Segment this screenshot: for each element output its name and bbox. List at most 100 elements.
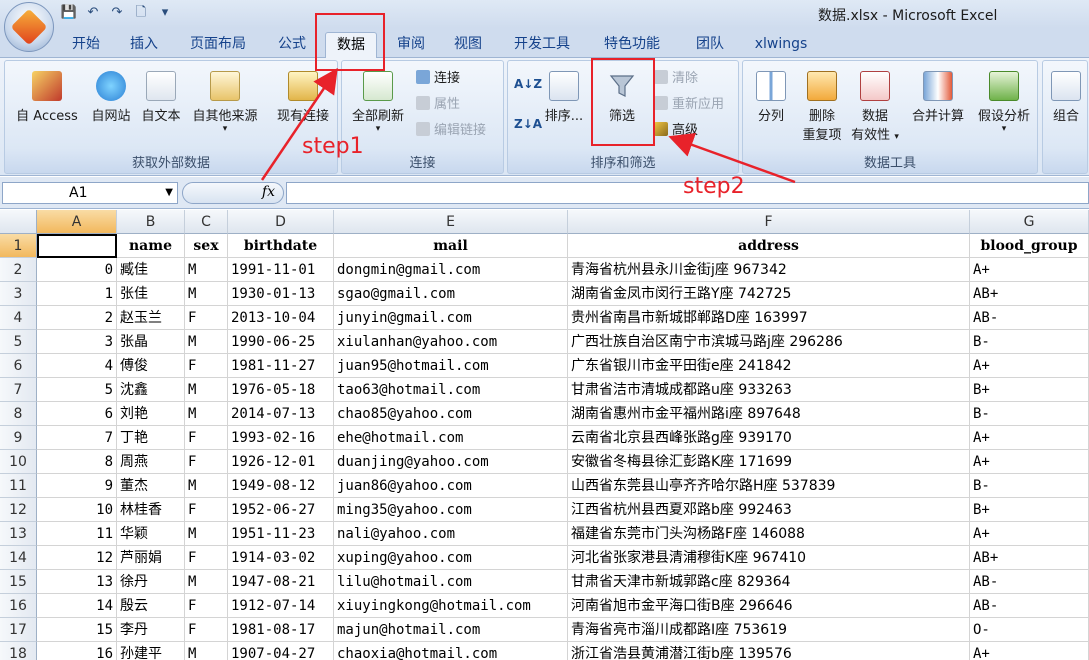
header-cell-sex[interactable]: sex: [185, 234, 228, 258]
column-header-a[interactable]: A: [37, 210, 117, 234]
from-text-button[interactable]: 自文本: [135, 71, 187, 124]
cell-birthdate[interactable]: 1981-11-27: [228, 354, 334, 378]
undo-icon[interactable]: ↶: [84, 4, 102, 22]
column-header-d[interactable]: D: [228, 210, 334, 234]
formula-input[interactable]: [286, 182, 1089, 204]
cell-birthdate[interactable]: 2014-07-13: [228, 402, 334, 426]
cell-mail[interactable]: ehe@hotmail.com: [334, 426, 568, 450]
cell-name[interactable]: 周燕: [117, 450, 185, 474]
cell-index[interactable]: 2: [37, 306, 117, 330]
tab-home[interactable]: 开始: [60, 32, 112, 58]
cell-birthdate[interactable]: 1930-01-13: [228, 282, 334, 306]
cell-blood-group[interactable]: A+: [970, 258, 1089, 282]
from-other-sources-button[interactable]: 自其他来源 ▾: [185, 71, 265, 134]
cell-name[interactable]: 赵玉兰: [117, 306, 185, 330]
from-web-button[interactable]: 自网站: [85, 71, 137, 124]
cell-sex[interactable]: M: [185, 402, 228, 426]
chevron-down-icon[interactable]: ▼: [165, 183, 173, 203]
column-header-b[interactable]: B: [117, 210, 185, 234]
cell-sex[interactable]: M: [185, 282, 228, 306]
consolidate-button[interactable]: 合并计算: [905, 71, 971, 124]
cell-name[interactable]: 沈鑫: [117, 378, 185, 402]
cell-index[interactable]: 4: [37, 354, 117, 378]
cell-sex[interactable]: F: [185, 618, 228, 642]
cell-name[interactable]: 张佳: [117, 282, 185, 306]
connections-button[interactable]: 连接: [416, 67, 460, 86]
cell-blood-group[interactable]: AB-: [970, 570, 1089, 594]
cell-address[interactable]: 云南省北京县西峰张路g座 939170: [568, 426, 970, 450]
cell-blood-group[interactable]: A+: [970, 522, 1089, 546]
cell-address[interactable]: 青海省亮市淄川成都路I座 753619: [568, 618, 970, 642]
cell-name[interactable]: 李丹: [117, 618, 185, 642]
cell-index[interactable]: 3: [37, 330, 117, 354]
cell-birthdate[interactable]: 1947-08-21: [228, 570, 334, 594]
cell-blood-group[interactable]: A+: [970, 354, 1089, 378]
row-header[interactable]: 18: [0, 642, 37, 660]
cell-birthdate[interactable]: 1914-03-02: [228, 546, 334, 570]
column-header-g[interactable]: G: [970, 210, 1089, 234]
row-header[interactable]: 4: [0, 306, 37, 330]
cell-blood-group[interactable]: A+: [970, 642, 1089, 660]
cell-name[interactable]: 芦丽娟: [117, 546, 185, 570]
cell-mail[interactable]: chaoxia@hotmail.com: [334, 642, 568, 660]
save-icon[interactable]: 💾: [60, 4, 78, 22]
row-header[interactable]: 16: [0, 594, 37, 618]
cell-birthdate[interactable]: 1976-05-18: [228, 378, 334, 402]
row-header[interactable]: 14: [0, 546, 37, 570]
cell-sex[interactable]: F: [185, 546, 228, 570]
cell-blood-group[interactable]: B+: [970, 378, 1089, 402]
cell-mail[interactable]: lilu@hotmail.com: [334, 570, 568, 594]
name-box[interactable]: A1 ▼: [2, 182, 178, 204]
cell-name[interactable]: 张晶: [117, 330, 185, 354]
cell-mail[interactable]: chao85@yahoo.com: [334, 402, 568, 426]
cell-address[interactable]: 江西省杭州县西夏邓路b座 992463: [568, 498, 970, 522]
cell-address[interactable]: 甘肃省天津市新城郭路c座 829364: [568, 570, 970, 594]
cell-blood-group[interactable]: B-: [970, 474, 1089, 498]
cell-mail[interactable]: majun@hotmail.com: [334, 618, 568, 642]
row-header[interactable]: 9: [0, 426, 37, 450]
cell-birthdate[interactable]: 1951-11-23: [228, 522, 334, 546]
cell-sex[interactable]: M: [185, 474, 228, 498]
cell-blood-group[interactable]: B+: [970, 498, 1089, 522]
cell-address[interactable]: 河北省张家港县清浦穆街K座 967410: [568, 546, 970, 570]
cell-address[interactable]: 青海省杭州县永川金街j座 967342: [568, 258, 970, 282]
from-access-button[interactable]: 自 Access: [9, 71, 85, 124]
row-header[interactable]: 10: [0, 450, 37, 474]
redo-icon[interactable]: ↷: [108, 4, 126, 22]
cell-address[interactable]: 福建省东莞市门头沟杨路F座 146088: [568, 522, 970, 546]
cell-mail[interactable]: duanjing@yahoo.com: [334, 450, 568, 474]
tab-page-layout[interactable]: 页面布局: [180, 32, 256, 58]
cell-birthdate[interactable]: 2013-10-04: [228, 306, 334, 330]
cell-index[interactable]: 1: [37, 282, 117, 306]
insert-function-icon[interactable]: fx: [262, 184, 275, 200]
cell-index[interactable]: 15: [37, 618, 117, 642]
cell-address[interactable]: 贵州省南昌市新城邯郸路D座 163997: [568, 306, 970, 330]
cell-index[interactable]: 16: [37, 642, 117, 660]
reapply-button[interactable]: 重新应用: [654, 93, 724, 112]
cell-name[interactable]: 董杰: [117, 474, 185, 498]
cell-index[interactable]: 9: [37, 474, 117, 498]
cell-name[interactable]: 林桂香: [117, 498, 185, 522]
cell-birthdate[interactable]: 1991-11-01: [228, 258, 334, 282]
cell-blood-group[interactable]: AB+: [970, 282, 1089, 306]
tab-developer[interactable]: 开发工具: [503, 32, 581, 58]
cell-mail[interactable]: xiulanhan@yahoo.com: [334, 330, 568, 354]
new-file-icon[interactable]: 🗋: [132, 4, 150, 22]
column-header-f[interactable]: F: [568, 210, 970, 234]
select-all-corner[interactable]: [0, 210, 37, 234]
sort-descending-button[interactable]: Z↓A: [514, 117, 542, 131]
cell-blood-group[interactable]: AB+: [970, 546, 1089, 570]
cell-birthdate[interactable]: 1907-04-27: [228, 642, 334, 660]
cell-name[interactable]: 华颖: [117, 522, 185, 546]
header-cell-name[interactable]: name: [117, 234, 185, 258]
row-header[interactable]: 7: [0, 378, 37, 402]
cell-mail[interactable]: dongmin@gmail.com: [334, 258, 568, 282]
cell-sex[interactable]: M: [185, 258, 228, 282]
cell-mail[interactable]: sgao@gmail.com: [334, 282, 568, 306]
cell-name[interactable]: 傅俊: [117, 354, 185, 378]
cell-name[interactable]: 臧佳: [117, 258, 185, 282]
cell-index[interactable]: 12: [37, 546, 117, 570]
cell-index[interactable]: 0: [37, 258, 117, 282]
cell-index[interactable]: 7: [37, 426, 117, 450]
cell-address[interactable]: 甘肃省洁市清城成都路u座 933263: [568, 378, 970, 402]
